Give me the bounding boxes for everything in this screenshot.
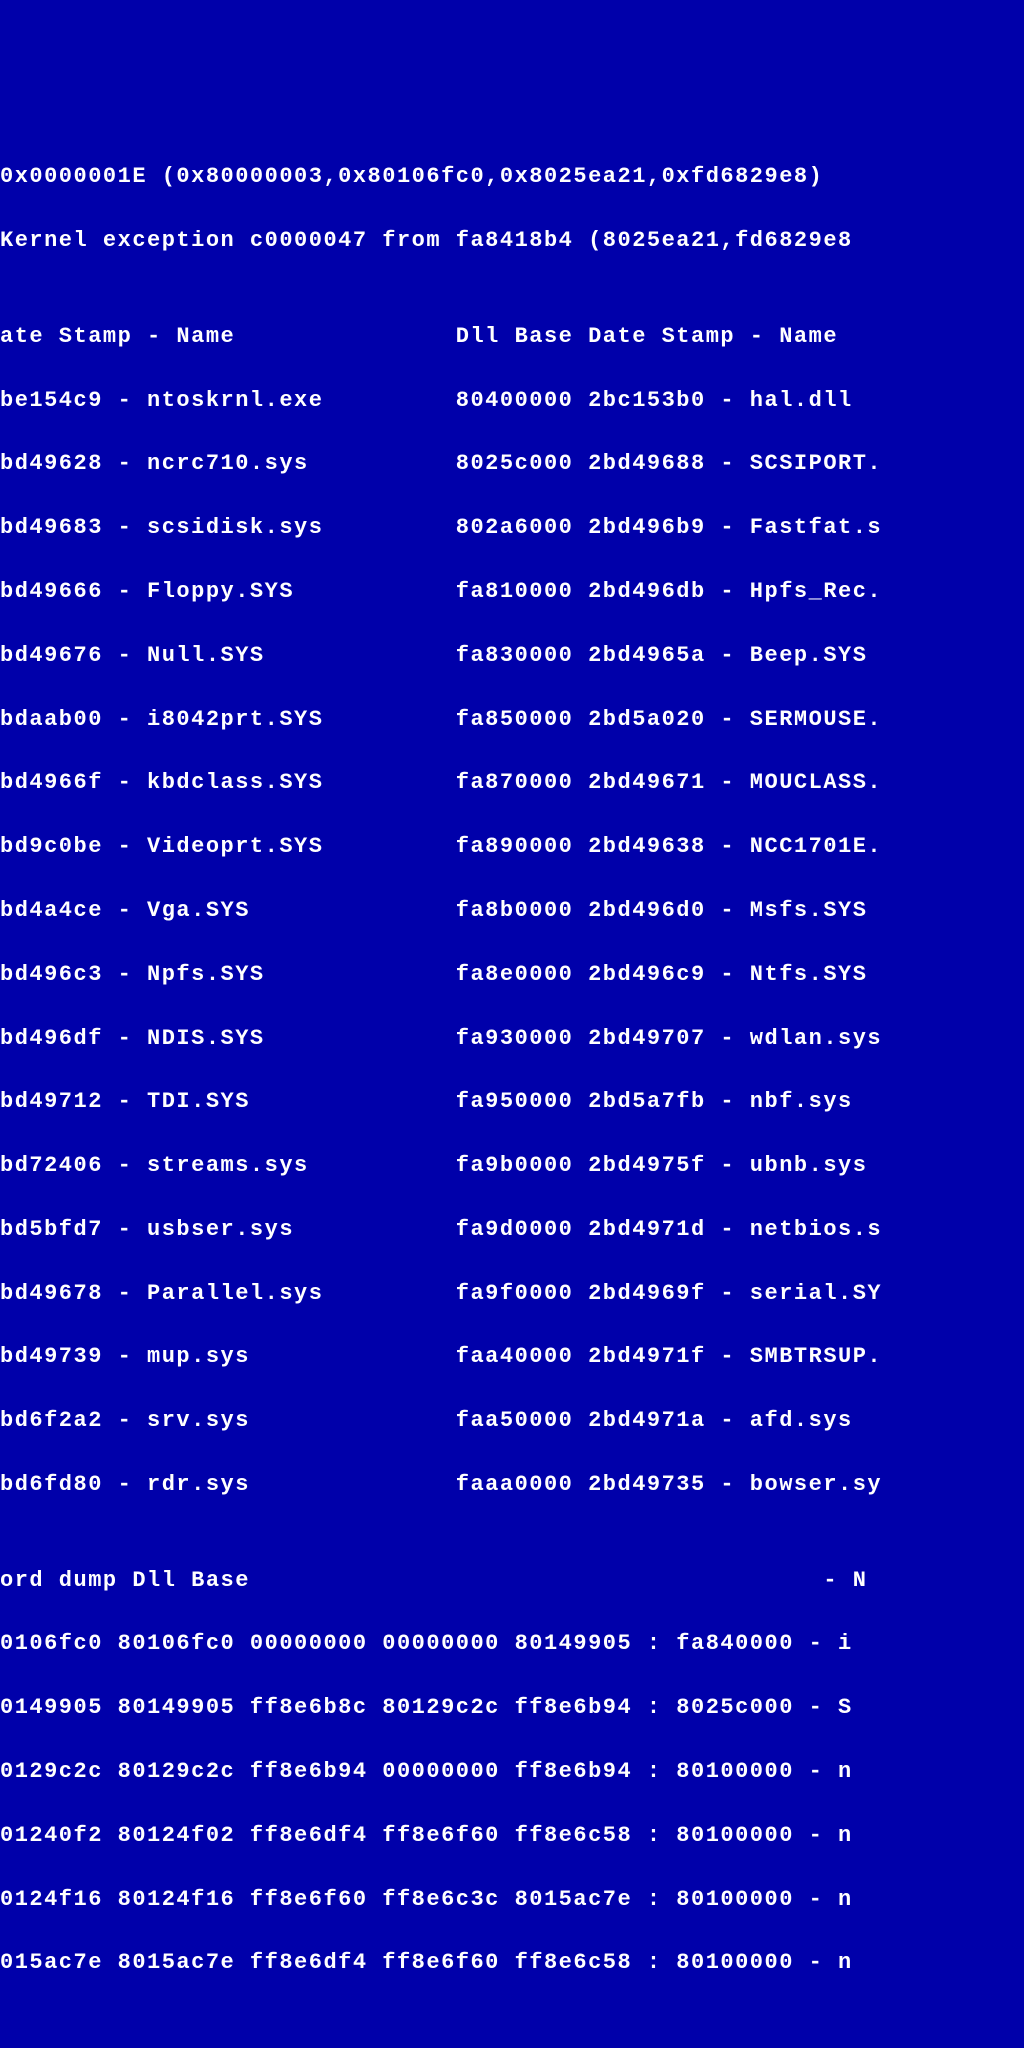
bsod-line: ate Stamp - Name Dll Base Date Stamp - N… <box>0 321 1024 353</box>
bsod-line: bd496c3 - Npfs.SYS fa8e0000 2bd496c9 - N… <box>0 959 1024 991</box>
bsod-line: bd496df - NDIS.SYS fa930000 2bd49707 - w… <box>0 1023 1024 1055</box>
bsod-line: bdaab00 - i8042prt.SYS fa850000 2bd5a020… <box>0 704 1024 736</box>
bsod-line: bd72406 - streams.sys fa9b0000 2bd4975f … <box>0 1150 1024 1182</box>
bsod-line: Kernel exception c0000047 from fa8418b4 … <box>0 225 1024 257</box>
bsod-line: bd49628 - ncrc710.sys 8025c000 2bd49688 … <box>0 448 1024 480</box>
bsod-line: bd6f2a2 - srv.sys faa50000 2bd4971a - af… <box>0 1405 1024 1437</box>
bsod-line: bd4a4ce - Vga.SYS fa8b0000 2bd496d0 - Ms… <box>0 895 1024 927</box>
bsod-line: be154c9 - ntoskrnl.exe 80400000 2bc153b0… <box>0 385 1024 417</box>
bsod-screen: 0x0000001E (0x80000003,0x80106fc0,0x8025… <box>0 130 1024 2012</box>
bsod-line: bd49683 - scsidisk.sys 802a6000 2bd496b9… <box>0 512 1024 544</box>
bsod-line: 01240f2 80124f02 ff8e6df4 ff8e6f60 ff8e6… <box>0 1820 1024 1852</box>
bsod-line: bd49712 - TDI.SYS fa950000 2bd5a7fb - nb… <box>0 1086 1024 1118</box>
bsod-line: bd5bfd7 - usbser.sys fa9d0000 2bd4971d -… <box>0 1214 1024 1246</box>
bsod-line: bd4966f - kbdclass.SYS fa870000 2bd49671… <box>0 767 1024 799</box>
bsod-line: 0129c2c 80129c2c ff8e6b94 00000000 ff8e6… <box>0 1756 1024 1788</box>
bsod-line: bd49676 - Null.SYS fa830000 2bd4965a - B… <box>0 640 1024 672</box>
bsod-line: 015ac7e 8015ac7e ff8e6df4 ff8e6f60 ff8e6… <box>0 1947 1024 1979</box>
bsod-line: bd49666 - Floppy.SYS fa810000 2bd496db -… <box>0 576 1024 608</box>
bsod-line: 0124f16 80124f16 ff8e6f60 ff8e6c3c 8015a… <box>0 1884 1024 1916</box>
bsod-line: bd6fd80 - rdr.sys faaa0000 2bd49735 - bo… <box>0 1469 1024 1501</box>
bsod-line: 0149905 80149905 ff8e6b8c 80129c2c ff8e6… <box>0 1692 1024 1724</box>
bsod-line: 0x0000001E (0x80000003,0x80106fc0,0x8025… <box>0 161 1024 193</box>
bsod-line: bd49678 - Parallel.sys fa9f0000 2bd4969f… <box>0 1278 1024 1310</box>
bsod-line: bd9c0be - Videoprt.SYS fa890000 2bd49638… <box>0 831 1024 863</box>
bsod-line: ord dump Dll Base - N <box>0 1565 1024 1597</box>
bsod-line: 0106fc0 80106fc0 00000000 00000000 80149… <box>0 1628 1024 1660</box>
bsod-line: bd49739 - mup.sys faa40000 2bd4971f - SM… <box>0 1341 1024 1373</box>
